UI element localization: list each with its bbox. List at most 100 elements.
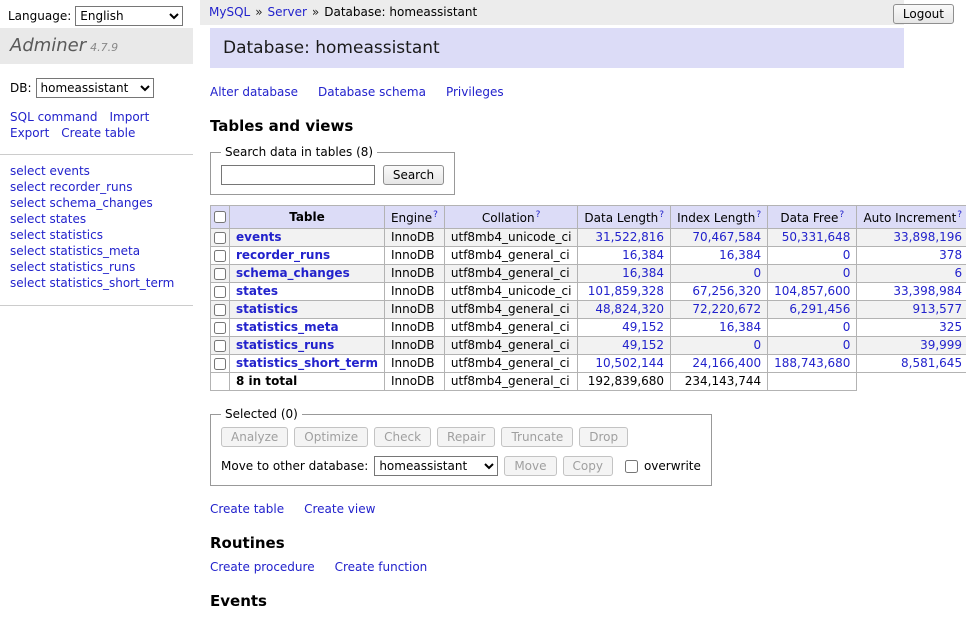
optimize-button[interactable]: Optimize (294, 427, 368, 447)
link-create-view[interactable]: Create view (304, 502, 375, 516)
adminer-logo[interactable]: Adminer (10, 35, 86, 56)
data-length-link[interactable]: 16,384 (622, 248, 664, 262)
sidebar-table-item: select events (10, 163, 183, 179)
link-create-function[interactable]: Create function (335, 560, 428, 574)
db-select[interactable]: homeassistant (36, 78, 154, 98)
sidebar-select-recorder-runs[interactable]: select recorder_runs (10, 180, 133, 194)
language-select[interactable]: English (75, 6, 183, 26)
table-link-schema_changes[interactable]: schema_changes (236, 266, 350, 280)
row-checkbox-statistics_meta[interactable] (214, 322, 226, 334)
index-length-link[interactable]: 70,467,584 (692, 230, 761, 244)
data-free-link[interactable]: 0 (843, 320, 851, 334)
data-length-link[interactable]: 10,502,144 (595, 356, 664, 370)
table-link-recorder_runs[interactable]: recorder_runs (236, 248, 330, 262)
data-length-link[interactable]: 31,522,816 (595, 230, 664, 244)
data-length-link[interactable]: 49,152 (622, 338, 664, 352)
row-checkbox-events[interactable] (214, 232, 226, 244)
overwrite-checkbox[interactable] (625, 460, 638, 473)
tables-table: TableEngine?Collation?Data Length?Index … (210, 205, 966, 391)
sidebar-select-events[interactable]: select events (10, 164, 90, 178)
language-label: Language: (8, 9, 71, 23)
table-link-states[interactable]: states (236, 284, 278, 298)
index-length-link[interactable]: 0 (753, 266, 761, 280)
sidebar-link-create-table[interactable]: Create table (61, 126, 135, 140)
cell-engine: InnoDB (384, 301, 444, 319)
cell-collation: utf8mb4_general_ci (444, 355, 578, 373)
sidebar-link-sql-command[interactable]: SQL command (10, 110, 97, 124)
move-db-select[interactable]: homeassistant (374, 456, 498, 476)
auto-increment-link[interactable]: 325 (939, 320, 962, 334)
table-link-events[interactable]: events (236, 230, 282, 244)
sidebar-select-statistics-short-term[interactable]: select statistics_short_term (10, 276, 174, 290)
table-link-statistics_meta[interactable]: statistics_meta (236, 320, 339, 334)
link-create-table[interactable]: Create table (210, 502, 284, 516)
sidebar-select-statistics[interactable]: select statistics (10, 228, 103, 242)
row-checkbox-recorder_runs[interactable] (214, 250, 226, 262)
sidebar-link-export[interactable]: Export (10, 126, 49, 140)
copy-button[interactable]: Copy (563, 456, 613, 476)
data-length-link[interactable]: 49,152 (622, 320, 664, 334)
data-free-link[interactable]: 104,857,600 (774, 284, 850, 298)
move-button[interactable]: Move (504, 456, 556, 476)
table-link-statistics[interactable]: statistics (236, 302, 298, 316)
sidebar-link-import[interactable]: Import (109, 110, 149, 124)
repair-button[interactable]: Repair (437, 427, 495, 447)
column-label: Engine (391, 211, 432, 225)
help-icon[interactable]: ? (536, 210, 541, 220)
auto-increment-link[interactable]: 913,577 (912, 302, 962, 316)
link-privileges[interactable]: Privileges (446, 85, 504, 99)
auto-increment-link[interactable]: 8,581,645 (901, 356, 962, 370)
index-length-link[interactable]: 16,384 (719, 320, 761, 334)
truncate-button[interactable]: Truncate (501, 427, 573, 447)
app-header: Adminer4.7.9 (0, 28, 193, 64)
link-database-schema[interactable]: Database schema (318, 85, 426, 99)
breadcrumb-link-mysql[interactable]: MySQL (209, 5, 250, 19)
help-icon[interactable]: ? (957, 210, 962, 220)
index-length-link[interactable]: 67,256,320 (692, 284, 761, 298)
auto-increment-link[interactable]: 33,898,196 (893, 230, 962, 244)
cell-index-length: 24,166,400 (671, 355, 768, 373)
table-link-statistics_runs[interactable]: statistics_runs (236, 338, 334, 352)
index-length-link[interactable]: 16,384 (719, 248, 761, 262)
help-icon[interactable]: ? (659, 210, 664, 220)
sidebar-select-states[interactable]: select states (10, 212, 86, 226)
data-free-link[interactable]: 50,331,648 (782, 230, 851, 244)
check-button[interactable]: Check (374, 427, 431, 447)
analyze-button[interactable]: Analyze (221, 427, 288, 447)
search-button[interactable]: Search (383, 165, 444, 185)
help-icon[interactable]: ? (839, 210, 844, 220)
index-length-link[interactable]: 0 (753, 338, 761, 352)
search-input[interactable] (221, 165, 375, 185)
data-length-link[interactable]: 101,859,328 (588, 284, 664, 298)
select-all-checkbox[interactable] (214, 211, 226, 223)
row-checkbox-statistics_short_term[interactable] (214, 358, 226, 370)
auto-increment-link[interactable]: 6 (954, 266, 962, 280)
logout-button[interactable]: Logout (893, 4, 954, 24)
index-length-link[interactable]: 72,220,672 (692, 302, 761, 316)
sidebar-select-statistics-runs[interactable]: select statistics_runs (10, 260, 135, 274)
data-free-link[interactable]: 0 (843, 338, 851, 352)
breadcrumb-link-server[interactable]: Server (268, 5, 307, 19)
row-checkbox-schema_changes[interactable] (214, 268, 226, 280)
index-length-link[interactable]: 24,166,400 (692, 356, 761, 370)
drop-button[interactable]: Drop (579, 427, 628, 447)
row-checkbox-statistics[interactable] (214, 304, 226, 316)
data-length-link[interactable]: 48,824,320 (595, 302, 664, 316)
data-free-link[interactable]: 188,743,680 (774, 356, 850, 370)
row-checkbox-states[interactable] (214, 286, 226, 298)
data-free-link[interactable]: 6,291,456 (789, 302, 850, 316)
sidebar-select-schema-changes[interactable]: select schema_changes (10, 196, 153, 210)
help-icon[interactable]: ? (433, 210, 438, 220)
data-free-link[interactable]: 0 (843, 266, 851, 280)
sidebar-select-statistics-meta[interactable]: select statistics_meta (10, 244, 140, 258)
data-free-link[interactable]: 0 (843, 248, 851, 262)
table-link-statistics_short_term[interactable]: statistics_short_term (236, 356, 378, 370)
help-icon[interactable]: ? (756, 210, 761, 220)
link-alter-database[interactable]: Alter database (210, 85, 298, 99)
link-create-procedure[interactable]: Create procedure (210, 560, 315, 574)
auto-increment-link[interactable]: 39,999 (920, 338, 962, 352)
auto-increment-link[interactable]: 378 (939, 248, 962, 262)
row-checkbox-statistics_runs[interactable] (214, 340, 226, 352)
data-length-link[interactable]: 16,384 (622, 266, 664, 280)
auto-increment-link[interactable]: 33,398,984 (893, 284, 962, 298)
